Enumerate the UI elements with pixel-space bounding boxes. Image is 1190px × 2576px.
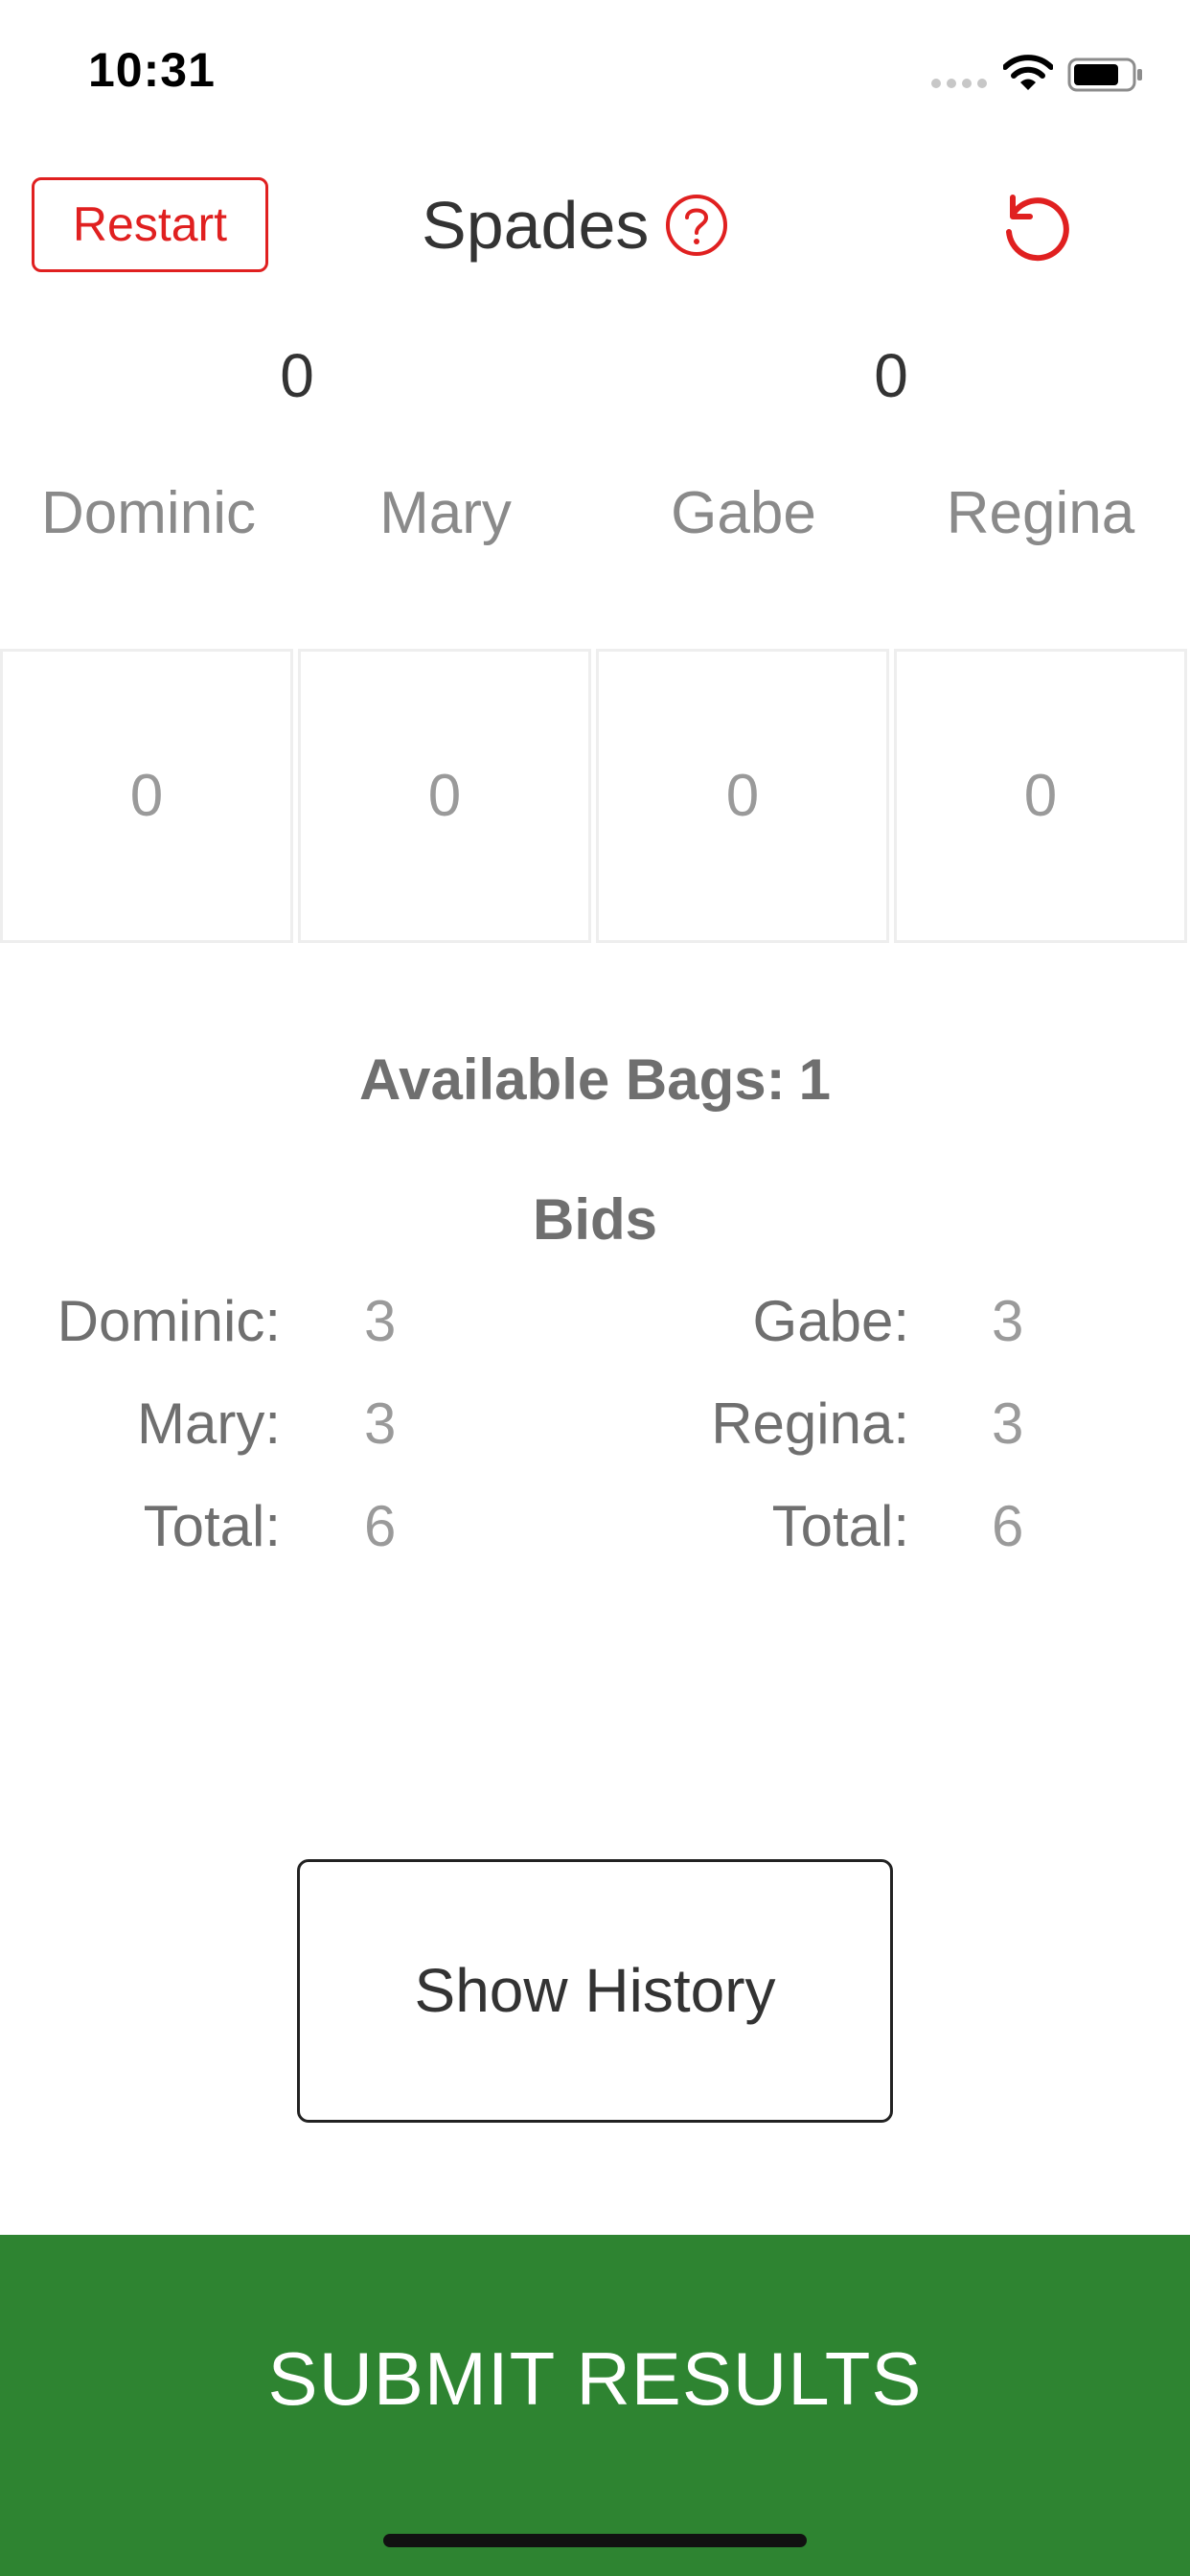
available-bags-value: 1 — [798, 1047, 831, 1112]
player-score-cell[interactable]: 0 — [894, 649, 1187, 943]
player-name: Gabe — [671, 480, 816, 546]
bid-total-label: Total: — [771, 1494, 909, 1558]
available-bags: Available Bags: 1 — [0, 1046, 1190, 1113]
player-score-cell[interactable]: 0 — [298, 649, 591, 943]
bid-label: Mary: — [137, 1392, 281, 1456]
page-title: Spades — [422, 188, 650, 263]
battery-icon — [1067, 58, 1142, 92]
submit-results-label: SUBMIT RESULTS — [267, 2336, 923, 2421]
bid-total-label: Total: — [143, 1494, 281, 1558]
help-circle-icon[interactable] — [664, 193, 729, 258]
team-2-score: 0 — [874, 341, 908, 410]
bid-value: 3 — [992, 1392, 1024, 1456]
title-group: Spades — [422, 182, 729, 268]
team-1-score: 0 — [280, 341, 314, 410]
show-history-button[interactable]: Show History — [297, 1859, 893, 2123]
available-bags-label: Available Bags: — [359, 1047, 786, 1112]
bid-total-value: 6 — [364, 1494, 397, 1558]
bid-value: 3 — [992, 1289, 1024, 1353]
bid-total-value: 6 — [992, 1494, 1024, 1558]
bid-value: 3 — [364, 1289, 397, 1353]
cellular-signal-icon — [931, 79, 989, 88]
player-name: Dominic — [41, 480, 256, 546]
wifi-icon — [1003, 55, 1053, 90]
status-bar: 10:31 — [0, 0, 1190, 144]
submit-results-button[interactable]: SUBMIT RESULTS — [0, 2235, 1190, 2576]
bid-label: Dominic: — [57, 1289, 281, 1353]
player-score-cell[interactable]: 0 — [596, 649, 889, 943]
bid-label: Regina: — [711, 1392, 909, 1456]
status-time: 10:31 — [88, 43, 216, 97]
bid-label: Gabe: — [752, 1289, 909, 1353]
undo-icon[interactable] — [1001, 192, 1074, 264]
restart-button[interactable]: Restart — [32, 177, 268, 272]
bids-heading: Bids — [532, 1187, 658, 1252]
player-score-cell[interactable]: 0 — [0, 649, 293, 943]
player-name: Regina — [946, 480, 1135, 546]
bid-value: 3 — [364, 1392, 397, 1456]
player-name: Mary — [379, 480, 512, 546]
home-indicator — [383, 2534, 807, 2547]
